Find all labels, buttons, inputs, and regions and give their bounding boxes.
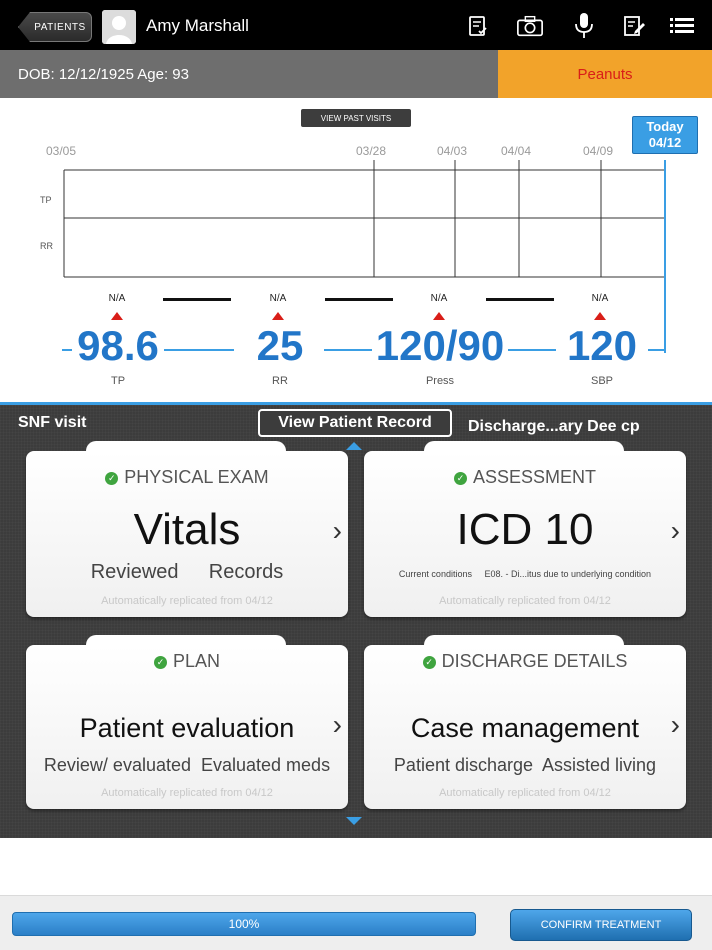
card-title: ✓ PHYSICAL EXAM	[26, 467, 348, 488]
check-icon: ✓	[153, 656, 167, 669]
vital-label: RR	[272, 375, 288, 387]
dob-age-text: DOB: 12/12/1925 Age: 93	[18, 66, 189, 83]
card-tab	[86, 635, 286, 649]
vital-status: N/A	[108, 293, 126, 304]
card-sub-text: Review/ evaluated Evaluated meds	[43, 755, 331, 775]
alert-triangle-icon	[594, 312, 606, 320]
dash-divider	[325, 298, 393, 301]
view-patient-record-button[interactable]: View Patient Record	[258, 409, 452, 437]
connector-line	[648, 349, 666, 351]
plan-card[interactable]: ✓ PLAN Patient evaluation Review/ evaluat…	[26, 635, 348, 809]
card-footer: Automatically replicated from 04/12	[101, 787, 273, 799]
back-to-patients-button[interactable]: PATIENTS	[18, 12, 92, 42]
allergy-badge: Peanuts	[498, 50, 712, 98]
confirm-treatment-button[interactable]: CONFIRM TREATMENT	[510, 909, 692, 941]
connector-line	[324, 349, 372, 351]
edit-document-icon[interactable]	[620, 12, 648, 40]
vital-label: Press	[425, 375, 455, 387]
vital-status: N/A	[269, 293, 287, 304]
card-sub-text: Current conditions E08. - Di...itus due …	[398, 569, 652, 579]
card-main-text: Case management	[410, 713, 640, 743]
card-sub-text: Patient discharge Assisted living	[393, 755, 657, 775]
connector-line	[62, 349, 72, 351]
connector-line	[164, 349, 234, 351]
card-tab	[424, 441, 624, 455]
timeline-date[interactable]: 04/09	[583, 144, 613, 158]
card-footer: Automatically replicated from 04/12	[439, 787, 611, 799]
scroll-up-icon[interactable]	[346, 442, 362, 450]
discharge-summary-link[interactable]: Discharge...ary Dee cp	[468, 418, 640, 436]
card-title: ✓ PLAN	[26, 651, 348, 672]
card-tab	[424, 635, 624, 649]
scroll-down-icon[interactable]	[346, 817, 362, 825]
list-menu-icon[interactable]	[668, 12, 696, 40]
timeline-date[interactable]: 03/28	[356, 144, 386, 158]
notes-check-icon[interactable]	[464, 12, 492, 40]
vital-value-press[interactable]: 120/90	[372, 322, 508, 370]
card-footer: Automatically replicated from 04/12	[101, 595, 273, 607]
timeline-date[interactable]: 03/05	[46, 144, 76, 158]
chevron-right-icon: ›	[332, 709, 342, 740]
alert-triangle-icon	[433, 312, 445, 320]
discharge-details-card[interactable]: ✓ DISCHARGE DETAILS Case management Patie…	[364, 635, 686, 809]
card-main-text: Vitals	[133, 505, 241, 554]
today-label: Today	[646, 119, 684, 134]
patient-name: Amy Marshall	[146, 16, 249, 35]
row-label-tp: TP	[40, 195, 52, 205]
vital-value-tp[interactable]: 98.6	[72, 322, 164, 370]
camera-icon[interactable]	[516, 12, 544, 40]
card-tab	[86, 441, 286, 455]
alert-triangle-icon	[111, 312, 123, 320]
vital-label: TP	[110, 375, 126, 387]
microphone-icon[interactable]	[570, 12, 598, 40]
chevron-right-icon: ›	[332, 515, 342, 546]
timeline-date[interactable]: 04/03	[437, 144, 467, 158]
vital-value-sbp[interactable]: 120	[560, 322, 644, 370]
today-badge[interactable]: Today 04/12	[632, 116, 698, 154]
vital-label: SBP	[590, 375, 613, 387]
vital-status: N/A	[430, 293, 448, 304]
card-footer: Automatically replicated from 04/12	[439, 595, 611, 607]
visit-type-label: SNF visit	[18, 414, 87, 431]
physical-exam-card[interactable]: ✓ PHYSICAL EXAM Vitals Reviewed Records ›…	[26, 441, 348, 617]
card-title: ✓ DISCHARGE DETAILS	[364, 651, 686, 672]
dash-divider	[163, 298, 231, 301]
check-icon: ✓	[422, 656, 436, 669]
today-date: 04/12	[648, 135, 682, 150]
vital-value-rr[interactable]: 25	[238, 322, 322, 370]
alert-triangle-icon	[272, 312, 284, 320]
card-main-text: Patient evaluation	[79, 713, 295, 743]
vital-status: N/A	[591, 293, 609, 304]
chevron-right-icon: ›	[670, 515, 680, 546]
timeline-date[interactable]: 04/04	[501, 144, 531, 158]
avatar[interactable]	[102, 10, 136, 44]
row-label-rr: RR	[40, 241, 53, 251]
check-icon: ✓	[453, 472, 467, 485]
card-main-text: ICD 10	[456, 505, 594, 554]
card-title: ✓ ASSESSMENT	[364, 467, 686, 488]
view-past-visits-button[interactable]: VIEW PAST VISITS	[301, 109, 411, 127]
chevron-right-icon: ›	[670, 709, 680, 740]
check-icon: ✓	[105, 472, 119, 485]
connector-line	[508, 349, 556, 351]
card-sub-text: Reviewed Records	[90, 561, 284, 583]
person-icon	[102, 10, 136, 44]
progress-bar: 100%	[12, 912, 476, 936]
dash-divider	[486, 298, 554, 301]
assessment-card[interactable]: ✓ ASSESSMENT ICD 10 Current conditions E0…	[364, 441, 686, 617]
